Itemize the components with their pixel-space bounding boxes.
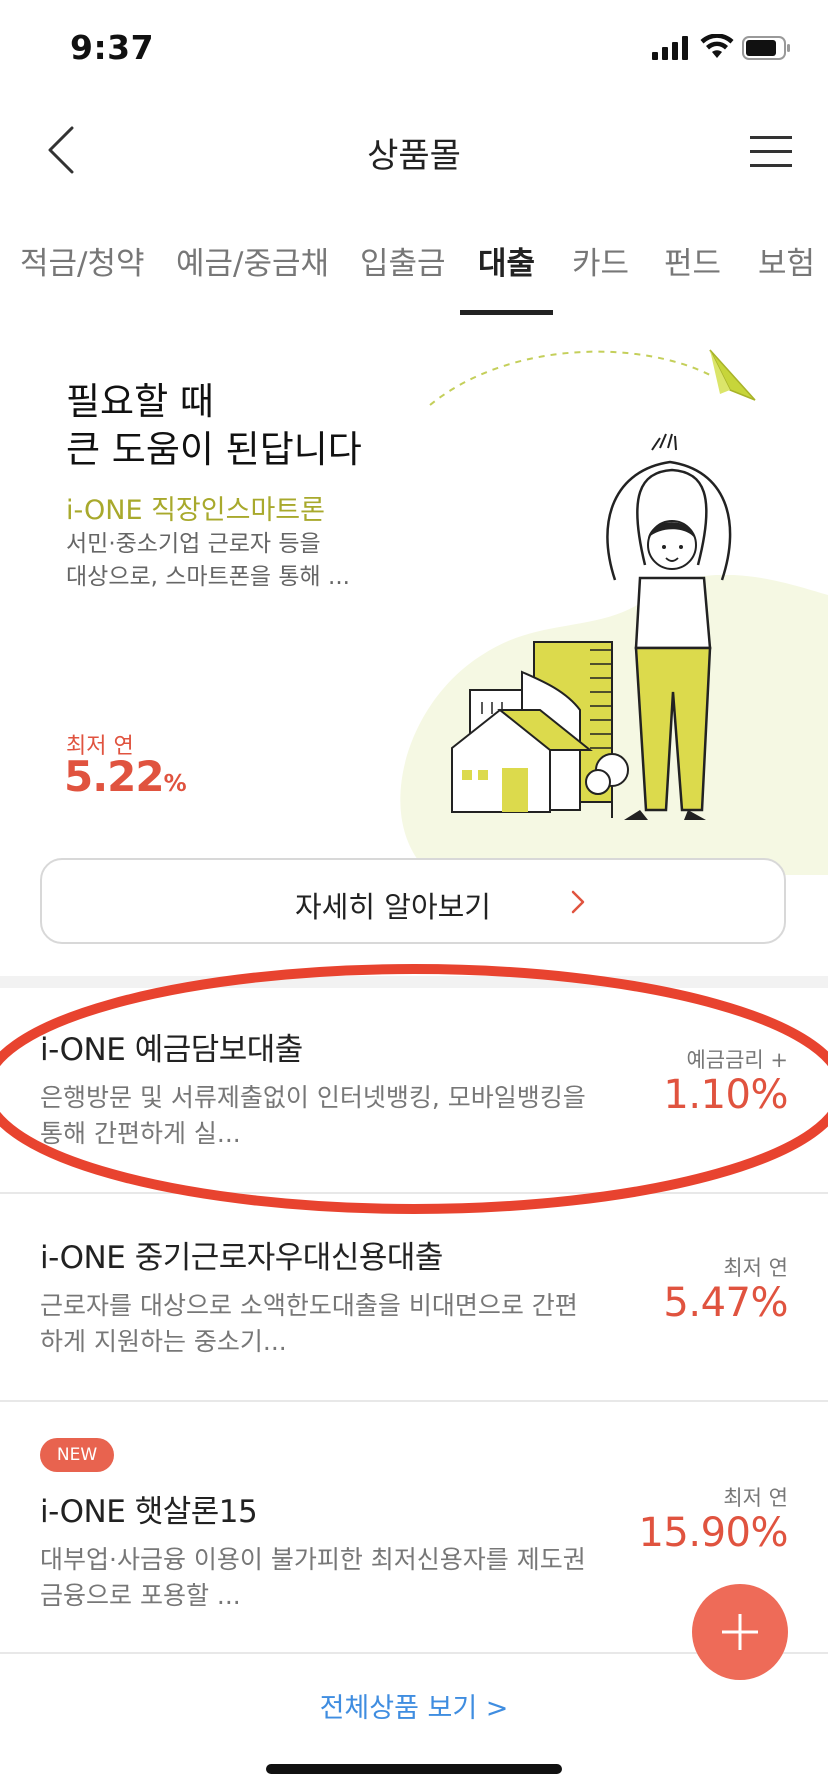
hero-product-name[interactable]: i-ONE 직장인스마트론 [66,488,325,527]
product-item-sme-worker-credit-loan[interactable]: i-ONE 중기근로자우대신용대출 근로자를 대상으로 소액한도대출을 비대면으… [0,1196,828,1402]
view-all-products-link[interactable]: 전체상품 보기 > [0,1686,828,1725]
tab-savings[interactable]: 적금/청약 [20,238,145,283]
tab-cards[interactable]: 카드 [572,238,629,283]
learn-more-button[interactable]: 자세히 알아보기 [40,858,786,944]
hero-headline: 필요할 때 큰 도움이 된답니다 [66,380,362,471]
wifi-icon [700,34,734,58]
new-badge: NEW [40,1438,114,1472]
page-title: 상품몰 [367,136,461,176]
highlight-annotation [0,964,828,1214]
add-fab-button[interactable] [692,1584,788,1680]
chevron-right-icon [571,890,585,914]
tab-loans[interactable]: 대출 [478,238,535,283]
hero-illustration [429,349,756,820]
product-name: i-ONE 햇살론15 [40,1494,258,1530]
product-rate-label: 최저 연 [723,1486,788,1510]
hamburger-menu-icon[interactable] [750,134,792,168]
status-time: 9:37 [70,28,155,67]
product-name: i-ONE 중기근로자우대신용대출 [40,1240,443,1276]
plus-icon [722,1614,758,1650]
battery-icon [742,36,790,60]
paper-plane-icon [709,349,756,401]
product-rate: 5.47% [663,1280,788,1326]
tab-funds[interactable]: 펀드 [664,238,721,283]
product-description: 근로자를 대상으로 소액한도대출을 비대면으로 간편 하게 지원하는 중소기..… [40,1291,578,1356]
home-indicator[interactable] [266,1764,562,1774]
learn-more-label: 자세히 알아보기 [295,890,491,924]
tab-insurance[interactable]: 보험 [758,238,815,283]
category-tabs: 적금/청약 예금/중금채 입출금 대출 카드 펀드 보험 [0,238,828,318]
product-rate: 15.90% [638,1510,788,1556]
hero-description: 서민·중소기업 근로자 등을 대상으로, 스마트폰을 통해 ... [66,531,350,590]
cellular-signal-icon [652,36,688,60]
product-description: 대부업·사금융 이용이 불가피한 최저신용자를 제도권 금융으로 포용할 ... [40,1545,586,1610]
active-tab-indicator [460,310,553,315]
product-rate-label: 최저 연 [723,1256,788,1280]
tab-deposits[interactable]: 예금/중금채 [176,238,329,283]
hero-rate: 5.22% [64,752,187,801]
tab-checking[interactable]: 입출금 [360,238,446,283]
